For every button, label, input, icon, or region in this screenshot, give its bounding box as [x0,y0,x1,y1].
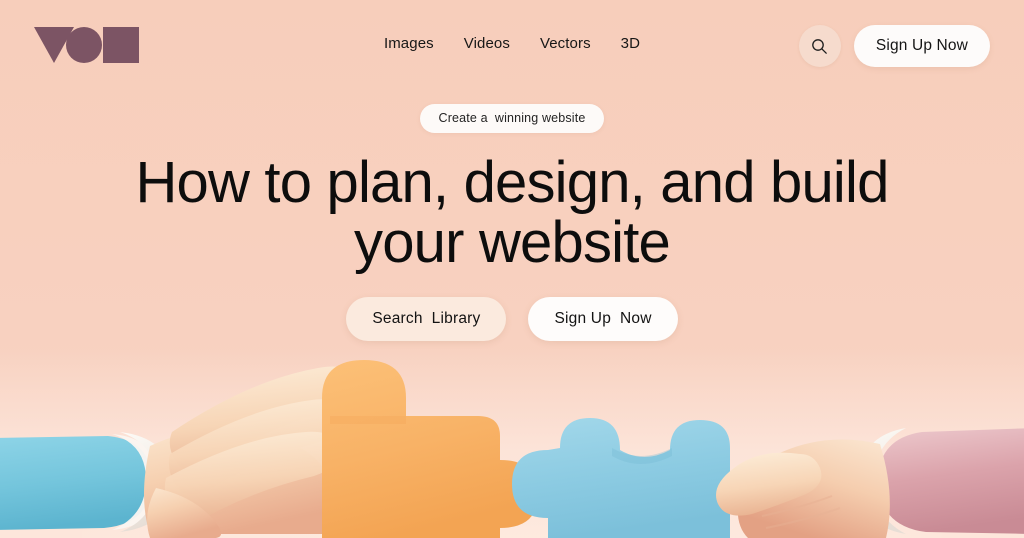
hero-section: Create a winning website How to plan, de… [0,104,1024,341]
page-title: How to plan, design, and build your webs… [0,154,1024,272]
primary-nav: Images Videos Vectors 3D [384,33,640,54]
landing-page: Images Videos Vectors 3D Sign Up Now Cre… [0,0,1024,538]
nav-item-videos[interactable]: Videos [464,33,510,54]
puzzle-hands-illustration [0,360,1024,538]
header-signup-button[interactable]: Sign Up Now [853,25,990,67]
header-actions: Sign Up Now [798,25,990,67]
right-arm [858,428,1024,534]
site-header: Images Videos Vectors 3D Sign Up Now [0,0,1024,92]
headline-line-2: your website [354,210,671,275]
search-button[interactable] [798,25,841,67]
orange-puzzle-piece [322,360,538,538]
nav-item-vectors[interactable]: Vectors [540,33,591,54]
left-arm [0,432,172,532]
logo-circle-icon [66,26,102,63]
logo-square-icon [103,26,139,63]
hero-badge[interactable]: Create a winning website [419,104,605,133]
right-hand [716,439,890,538]
nav-item-3d[interactable]: 3D [621,33,640,54]
hero-signup-button[interactable]: Sign Up Now [528,297,678,341]
illustration-backdrop [0,348,1024,538]
site-logo[interactable] [34,26,139,63]
search-icon [812,38,828,54]
hero-illustration [0,328,1024,538]
headline-line-1: How to plan, design, and build [135,150,889,215]
search-library-button[interactable]: Search Library [346,297,507,341]
nav-item-images[interactable]: Images [384,33,434,54]
left-hand [144,366,357,538]
blue-puzzle-piece [512,418,730,538]
hero-cta-row: Search Library Sign Up Now [0,297,1024,341]
